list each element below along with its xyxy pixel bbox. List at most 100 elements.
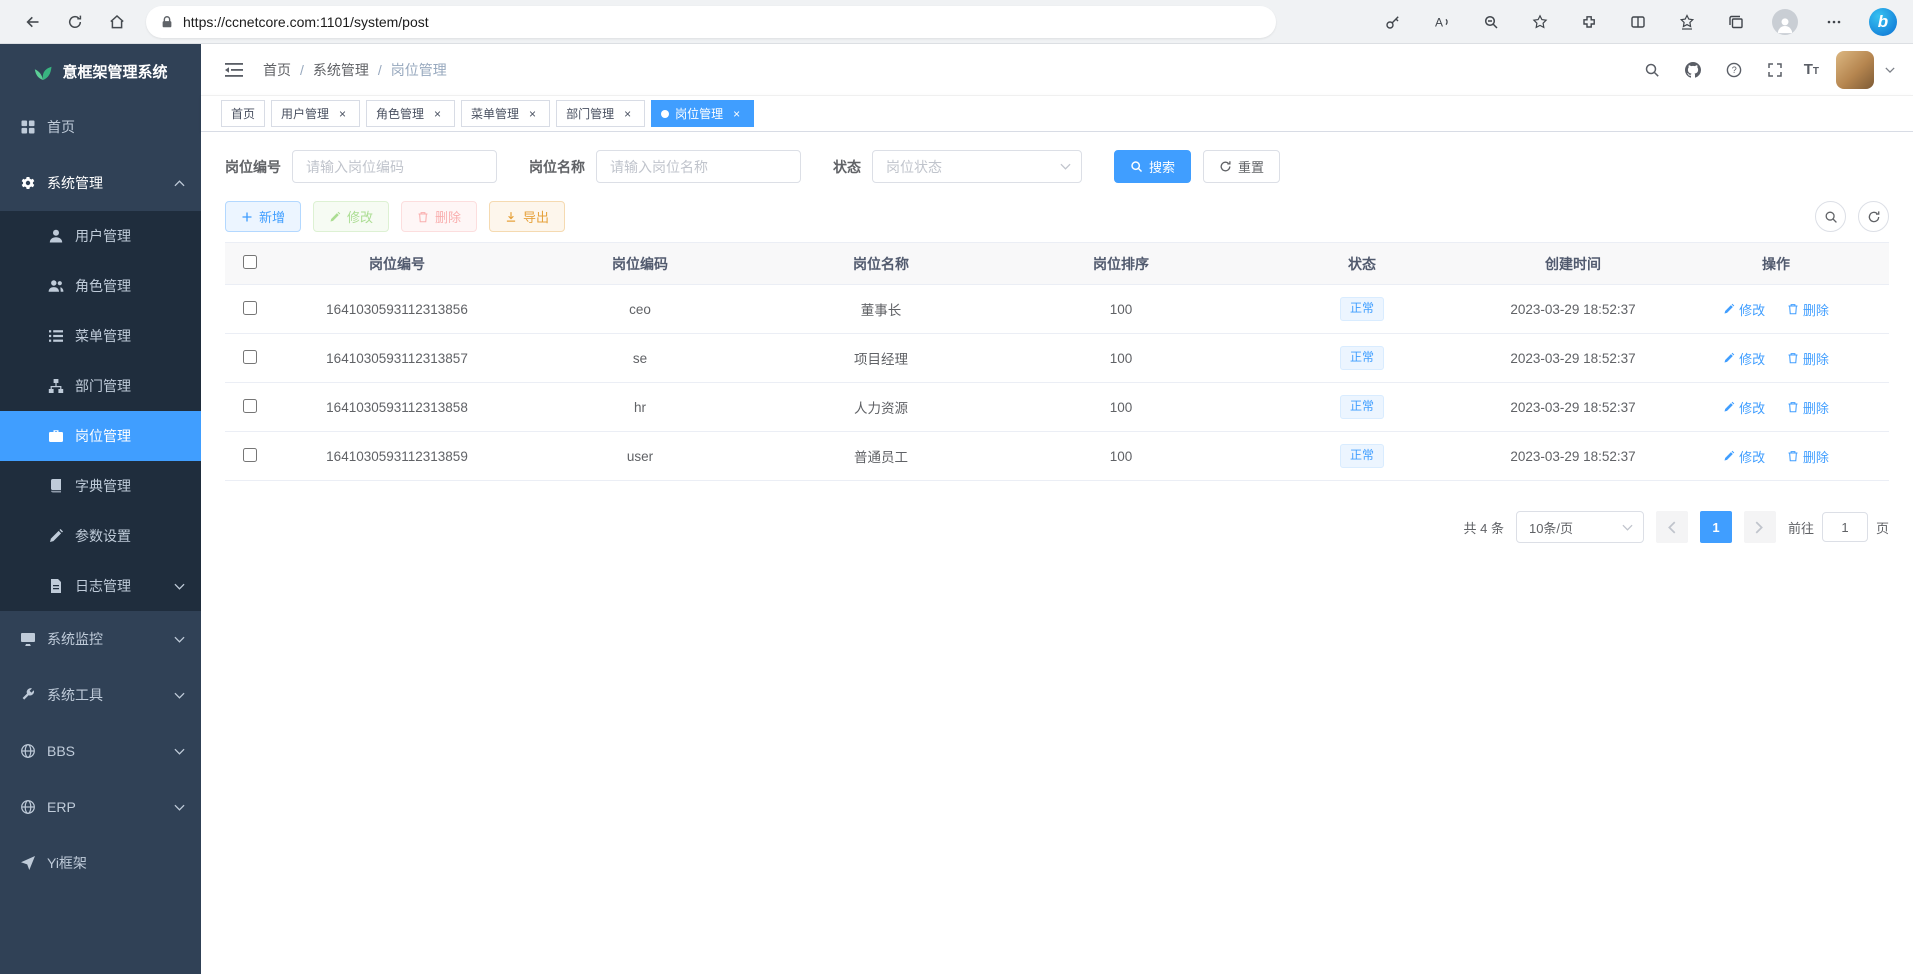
row-checkbox[interactable] <box>243 301 257 315</box>
back-arrow-icon <box>25 14 41 30</box>
row-checkbox[interactable] <box>243 399 257 413</box>
sidebar-item-system-monitor[interactable]: 系统监控 <box>0 611 201 667</box>
browser-home-button[interactable] <box>96 5 138 39</box>
sidebar-item-yi-framework[interactable]: Yi框架 <box>0 835 201 891</box>
send-icon <box>20 855 36 871</box>
next-page-button[interactable] <box>1744 511 1776 543</box>
app-title: 意框架管理系统 <box>62 61 167 82</box>
post-code-input[interactable] <box>292 150 497 183</box>
url-text[interactable]: https://ccnetcore.com:1101/system/post <box>183 14 429 30</box>
github-button[interactable] <box>1681 58 1705 82</box>
edit-button[interactable]: 修改 <box>313 201 389 232</box>
post-name: 普通员工 <box>854 450 908 465</box>
row-delete-link[interactable]: 删除 <box>1787 398 1829 417</box>
site-info-icon[interactable] <box>160 15 174 29</box>
search-button[interactable]: 搜索 <box>1114 150 1191 183</box>
edit-link-label: 修改 <box>1739 447 1765 466</box>
row-delete-link[interactable]: 删除 <box>1787 300 1829 319</box>
status-badge: 正常 <box>1340 346 1384 370</box>
close-icon[interactable]: × <box>335 106 350 121</box>
sidebar-item-user-mgmt[interactable]: 用户管理 <box>0 211 201 261</box>
delete-button[interactable]: 删除 <box>401 201 477 232</box>
prev-page-button[interactable] <box>1656 511 1688 543</box>
close-icon[interactable]: × <box>430 106 445 121</box>
status-select[interactable]: 岗位状态 <box>872 150 1082 183</box>
split-screen-button[interactable] <box>1620 5 1656 39</box>
header-search-button[interactable] <box>1640 58 1664 82</box>
back-button[interactable] <box>12 5 54 39</box>
browser-settings-button[interactable] <box>1816 5 1852 39</box>
extensions-puzzle-icon <box>1581 14 1597 30</box>
page-size-select[interactable]: 10条/页 <box>1516 511 1644 543</box>
sidebar-item-param-settings[interactable]: 参数设置 <box>0 511 201 561</box>
sidebar-item-menu-mgmt[interactable]: 菜单管理 <box>0 311 201 361</box>
font-size-button[interactable]: TT <box>1804 62 1819 77</box>
browser-profile-button[interactable] <box>1767 5 1803 39</box>
address-bar[interactable]: https://ccnetcore.com:1101/system/post <box>146 6 1276 38</box>
tab-user-mgmt[interactable]: 用户管理× <box>271 100 360 127</box>
breadcrumb-home[interactable]: 首页 <box>263 60 291 80</box>
extensions-button[interactable] <box>1571 5 1607 39</box>
tab-home[interactable]: 首页 <box>221 100 265 127</box>
delete-link-label: 删除 <box>1803 398 1829 417</box>
add-favorite-button[interactable] <box>1522 5 1558 39</box>
tab-post-mgmt[interactable]: 岗位管理× <box>651 100 754 127</box>
tab-menu-mgmt[interactable]: 菜单管理× <box>461 100 550 127</box>
sidebar-item-erp[interactable]: ERP <box>0 779 201 835</box>
fullscreen-button[interactable] <box>1763 58 1787 82</box>
edit-icon <box>1723 303 1735 315</box>
add-button[interactable]: 新增 <box>225 201 301 232</box>
help-button[interactable]: ? <box>1722 58 1746 82</box>
sidebar-item-bbs[interactable]: BBS <box>0 723 201 779</box>
refresh-table-button[interactable] <box>1858 201 1889 232</box>
favorites-button[interactable] <box>1669 5 1705 39</box>
delete-button-label: 删除 <box>435 207 461 226</box>
row-edit-link[interactable]: 修改 <box>1723 398 1765 417</box>
user-icon <box>48 228 64 244</box>
select-all-checkbox[interactable] <box>243 255 257 269</box>
row-edit-link[interactable]: 修改 <box>1723 349 1765 368</box>
sidebar-item-log-mgmt[interactable]: 日志管理 <box>0 561 201 611</box>
svg-text:?: ? <box>1731 65 1736 75</box>
password-key-button[interactable] <box>1375 5 1411 39</box>
export-button[interactable]: 导出 <box>489 201 565 232</box>
post-name-input[interactable] <box>596 150 801 183</box>
row-delete-link[interactable]: 删除 <box>1787 349 1829 368</box>
breadcrumb-section[interactable]: 系统管理 <box>313 60 369 80</box>
close-icon[interactable]: × <box>620 106 635 121</box>
sidebar-item-label: 系统管理 <box>47 173 103 193</box>
row-edit-link[interactable]: 修改 <box>1723 300 1765 319</box>
close-icon[interactable]: × <box>729 106 744 121</box>
question-icon: ? <box>1726 62 1742 78</box>
tab-role-mgmt[interactable]: 角色管理× <box>366 100 455 127</box>
close-icon[interactable]: × <box>525 106 540 121</box>
row-delete-link[interactable]: 删除 <box>1787 447 1829 466</box>
reset-button[interactable]: 重置 <box>1203 150 1280 183</box>
sidebar-item-system-tools[interactable]: 系统工具 <box>0 667 201 723</box>
read-aloud-button[interactable]: A <box>1424 5 1460 39</box>
caret-down-icon[interactable] <box>1885 67 1895 73</box>
row-edit-link[interactable]: 修改 <box>1723 447 1765 466</box>
sidebar-item-system-mgmt[interactable]: 系统管理 <box>0 155 201 211</box>
collections-button[interactable] <box>1718 5 1754 39</box>
user-avatar[interactable] <box>1836 51 1874 89</box>
toggle-search-button[interactable] <box>1815 201 1846 232</box>
tab-dept-mgmt[interactable]: 部门管理× <box>556 100 645 127</box>
refresh-button[interactable] <box>54 5 96 39</box>
post-code-label: 岗位编号 <box>225 157 281 177</box>
zoom-button[interactable] <box>1473 5 1509 39</box>
sidebar-item-post-mgmt[interactable]: 岗位管理 <box>0 411 201 461</box>
post-name: 人力资源 <box>854 401 908 416</box>
bing-discover-button[interactable]: b <box>1865 5 1901 39</box>
row-checkbox[interactable] <box>243 448 257 462</box>
book-icon <box>48 478 64 494</box>
sidebar-item-dict-mgmt[interactable]: 字典管理 <box>0 461 201 511</box>
sidebar-item-home[interactable]: 首页 <box>0 99 201 155</box>
page-number: 1 <box>1712 520 1719 535</box>
sidebar-toggle[interactable] <box>217 53 251 87</box>
sidebar-item-dept-mgmt[interactable]: 部门管理 <box>0 361 201 411</box>
page-number-button[interactable]: 1 <box>1700 511 1732 543</box>
page-goto-input[interactable] <box>1822 512 1868 542</box>
sidebar-item-role-mgmt[interactable]: 角色管理 <box>0 261 201 311</box>
row-checkbox[interactable] <box>243 350 257 364</box>
